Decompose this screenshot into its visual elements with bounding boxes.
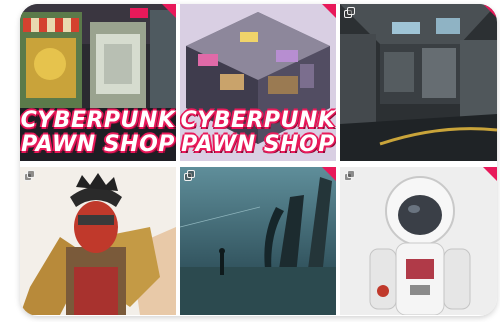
tile-title-line1: CYBERPUNK <box>20 108 176 133</box>
corner-badge <box>322 4 336 18</box>
masked-warrior-artwork <box>20 167 176 315</box>
gallery-card: CYBERPUNK PAWN SHOP CYBERPUNK PAWN SHOP <box>20 4 497 316</box>
astronaut-artwork <box>340 167 497 315</box>
stack-icon <box>344 170 356 182</box>
swamp-scene-artwork <box>180 167 336 315</box>
thumbnail-astronaut[interactable] <box>340 167 497 315</box>
thumbnail-shop-exterior[interactable]: CYBERPUNK PAWN SHOP <box>20 4 176 161</box>
corner-badge <box>483 4 497 18</box>
stack-icon <box>24 170 36 182</box>
thumbnail-grid: CYBERPUNK PAWN SHOP CYBERPUNK PAWN SHOP <box>20 4 497 316</box>
corner-badge <box>483 167 497 181</box>
thumbnail-masked-warrior[interactable] <box>20 167 176 315</box>
thumbnail-scifi-corridor[interactable] <box>340 4 497 161</box>
corner-badge <box>162 4 176 18</box>
corner-badge <box>322 167 336 181</box>
tile-title-line2: PAWN SHOP <box>181 132 335 157</box>
stack-icon <box>184 170 196 182</box>
tile-title-line2: PAWN SHOP <box>21 132 175 157</box>
tile-title-line1: CYBERPUNK <box>180 108 336 133</box>
stack-icon <box>344 7 356 19</box>
thumbnail-shop-isometric[interactable]: CYBERPUNK PAWN SHOP <box>180 4 336 161</box>
scifi-corridor-artwork <box>340 4 497 161</box>
thumbnail-swamp-scene[interactable] <box>180 167 336 315</box>
